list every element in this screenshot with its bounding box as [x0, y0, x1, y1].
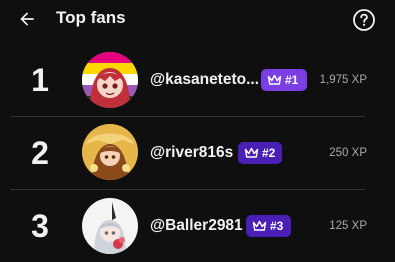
arrow-left-icon [20, 12, 34, 26]
xp-value: 125 XP [329, 220, 367, 232]
rank-badge: #2 [238, 142, 282, 164]
rank-badge: #1 [261, 69, 307, 91]
crown-icon [244, 147, 259, 158]
avatar-image [82, 52, 138, 108]
badge-label: #3 [270, 219, 284, 233]
question-circle-icon [353, 9, 375, 31]
badge-label: #2 [262, 146, 276, 160]
crown-icon [267, 74, 282, 85]
rank-number: 3 [31, 208, 49, 244]
fan-username[interactable]: @Baller2981 [150, 216, 243, 236]
xp-value: 250 XP [329, 147, 367, 159]
fan-row[interactable]: 1 @kasaneteto... #1 1,975 XP [0, 44, 395, 116]
help-button[interactable] [352, 8, 376, 32]
top-bar: Top fans [0, 0, 395, 38]
fan-row[interactable]: 2 @river816s #2 250 XP [0, 117, 395, 189]
badge-label: #1 [285, 73, 299, 87]
fan-username[interactable]: @river816s [150, 143, 233, 163]
crown-icon [252, 220, 267, 231]
fan-row[interactable]: 3 @Baller2981 #3 125 XP [0, 190, 395, 262]
avatar[interactable] [82, 124, 138, 180]
xp-value: 1,975 XP [319, 74, 367, 86]
avatar[interactable] [82, 52, 138, 108]
page-title: Top fans [56, 8, 126, 27]
rank-number: 2 [31, 135, 49, 171]
avatar[interactable] [82, 198, 138, 254]
fan-username[interactable]: @kasaneteto... [150, 70, 259, 90]
back-button[interactable] [12, 4, 42, 34]
rank-number: 1 [31, 62, 49, 98]
rank-badge: #3 [246, 215, 291, 237]
avatar-image [82, 124, 138, 180]
avatar-image [82, 198, 138, 254]
